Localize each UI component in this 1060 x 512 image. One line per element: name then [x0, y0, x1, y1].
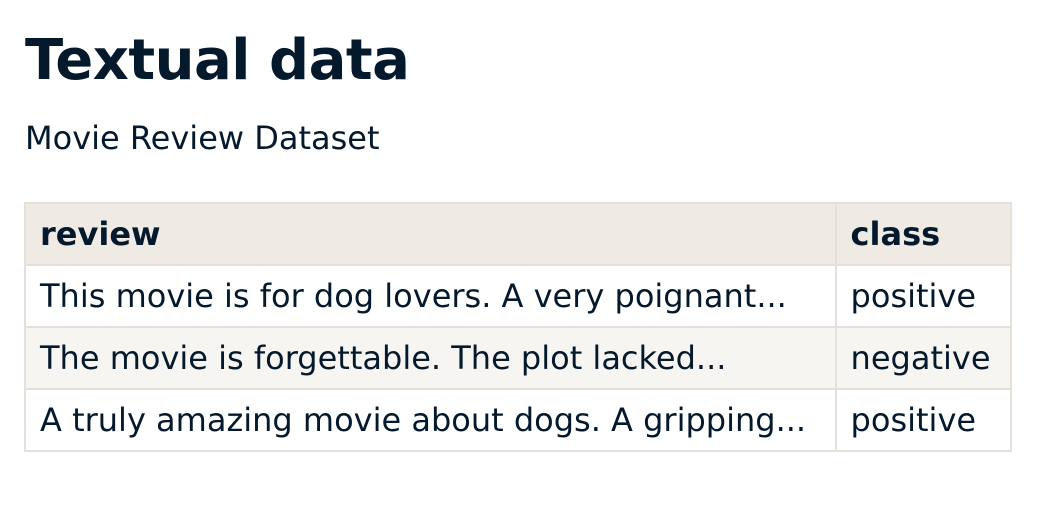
dataset-table: review class This movie is for dog lover…: [24, 202, 1013, 452]
table-row: The movie is forgettable. The plot lacke…: [24, 326, 1013, 390]
page-title: Textual data: [25, 28, 410, 93]
class-cell: positive: [834, 264, 1013, 328]
table-row: This movie is for dog lovers. A very poi…: [24, 264, 1013, 328]
column-header-class: class: [834, 202, 1013, 266]
review-cell: This movie is for dog lovers. A very poi…: [24, 264, 837, 328]
review-cell: The movie is forgettable. The plot lacke…: [24, 326, 837, 390]
table-row: A truly amazing movie about dogs. A grip…: [24, 388, 1013, 452]
column-header-review: review: [24, 202, 837, 266]
review-cell: A truly amazing movie about dogs. A grip…: [24, 388, 837, 452]
class-cell: positive: [834, 388, 1013, 452]
page-subtitle: Movie Review Dataset: [25, 119, 380, 157]
page: Textual data Movie Review Dataset review…: [0, 0, 1060, 512]
table-header-row: review class: [24, 202, 1013, 266]
class-cell: negative: [834, 326, 1013, 390]
